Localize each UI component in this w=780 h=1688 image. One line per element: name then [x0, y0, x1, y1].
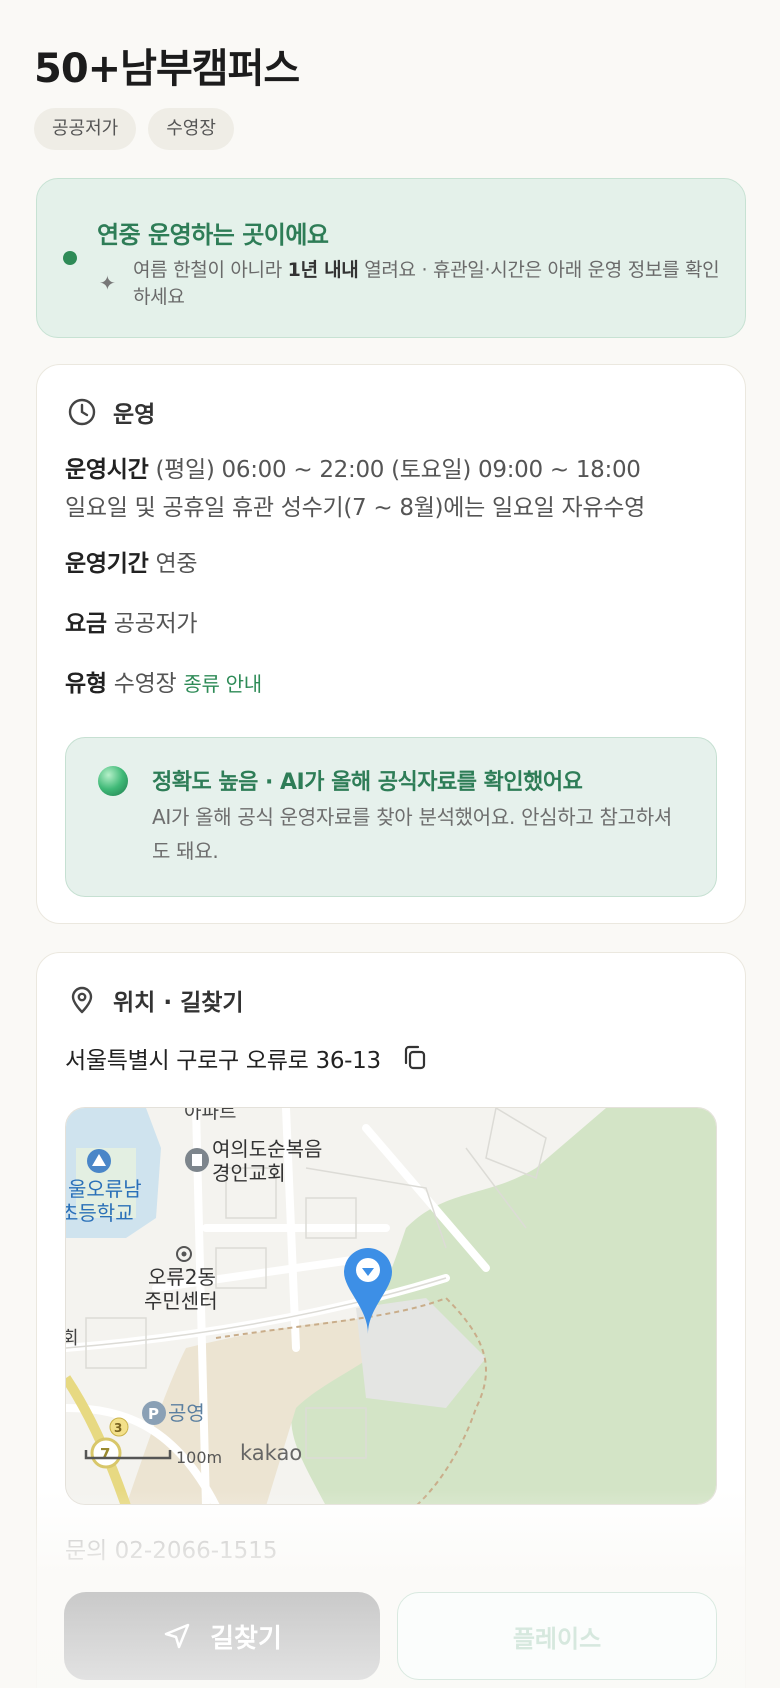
svg-text:P: P: [148, 1405, 159, 1423]
type-guide-link[interactable]: 종류 안내: [183, 672, 262, 696]
map-brand-logo: kakao: [240, 1441, 302, 1465]
svg-text:회: 회: [66, 1328, 79, 1349]
ai-title: 정확도 높음 · AI가 올해 공식자료를 확인했어요: [152, 770, 583, 795]
directions-button[interactable]: 길찾기: [64, 1592, 380, 1680]
address-row: 서울특별시 구로구 오류로 36-13: [65, 1041, 429, 1075]
ai-text: AI가 올해 공식 운영자료를 찾아 분석했어요. 안심하고 참고하셔도 돼요.: [152, 805, 672, 863]
location-card: 위치 · 길찾기 서울특별시 구로구 오류로 36-13 P 3 7 아파트 여…: [36, 952, 746, 1688]
ai-accuracy-box: 정확도 높음 · AI가 올해 공식자료를 확인했어요 AI가 올해 공식 운영…: [65, 737, 717, 897]
year-round-notice: 연중 운영하는 곳이에요 ✦ 여름 한철이 아니라 1년 내내 열려요 · 휴관…: [36, 178, 746, 338]
map-label-church-2: 경인교회: [212, 1161, 286, 1185]
fee-row: 요금 공공저가: [65, 611, 198, 637]
period-row: 운영기간 연중: [65, 551, 198, 577]
notice-text: 여름 한철이 아니라 1년 내내 열려요 · 휴관일·시간은 아래 운영 정보를…: [133, 259, 720, 308]
place-button[interactable]: 플레이스: [397, 1592, 717, 1680]
place-label: 플레이스: [512, 1624, 602, 1653]
tag-list: 공공저가 수영장: [34, 108, 234, 150]
status-dot-icon: [63, 251, 77, 265]
location-header: 위치 · 길찾기: [67, 983, 244, 1017]
map-label-center-1: 오류2동: [148, 1265, 216, 1289]
copy-icon[interactable]: [401, 1044, 429, 1072]
notice-title: 연중 운영하는 곳이에요: [97, 221, 329, 249]
page-title: 50+남부캠퍼스: [34, 46, 300, 92]
map-label-school-1: 울오류남: [68, 1177, 142, 1201]
hours-row: 운영시간 (평일) 06:00 ~ 22:00 (토요일) 09:00 ~ 18…: [65, 457, 641, 483]
ai-orb-icon: [98, 766, 128, 796]
operation-section-label: 운영: [113, 402, 156, 428]
svg-text:7: 7: [100, 1445, 110, 1463]
location-section-label: 위치 · 길찾기: [113, 990, 244, 1016]
location-pin-icon: [71, 986, 93, 1014]
map-label-church-1: 여의도순복음: [212, 1137, 322, 1161]
map-label-apt: 아파트: [184, 1108, 236, 1123]
operation-card: 운영 운영시간 (평일) 06:00 ~ 22:00 (토요일) 09:00 ~…: [36, 364, 746, 924]
location-map[interactable]: P 3 7 아파트 여의도순복음 경인교회 울오류남 초등학교 오류2동 주민센…: [65, 1107, 717, 1505]
facility-detail-page: 50+남부캠퍼스 공공저가 수영장 연중 운영하는 곳이에요 ✦ 여름 한철이 …: [0, 0, 780, 1688]
tag-fee[interactable]: 공공저가: [34, 108, 137, 150]
address-text: 서울특별시 구로구 오류로 36-13: [65, 1048, 381, 1074]
map-label-parking: 공영: [168, 1401, 205, 1425]
directions-label: 길찾기: [210, 1623, 282, 1654]
sparkle-icon: ✦: [99, 271, 116, 295]
map-label-school-2: 초등학교: [66, 1201, 134, 1225]
svg-text:3: 3: [114, 1421, 122, 1435]
tag-type[interactable]: 수영장: [148, 108, 234, 150]
hours-note: 일요일 및 공휴일 휴관 성수기(7 ~ 8월)에는 일요일 자유수영: [65, 495, 645, 521]
map-label-center-2: 주민센터: [144, 1289, 218, 1313]
map-scale-label: 100m: [176, 1448, 222, 1467]
navigation-arrow-icon: [164, 1623, 190, 1649]
type-row: 유형 수영장 종류 안내: [65, 671, 262, 697]
operation-header: 운영: [67, 395, 155, 429]
contact-phone[interactable]: 문의 02-2066-1515: [65, 1531, 278, 1565]
clock-icon: [68, 398, 96, 426]
